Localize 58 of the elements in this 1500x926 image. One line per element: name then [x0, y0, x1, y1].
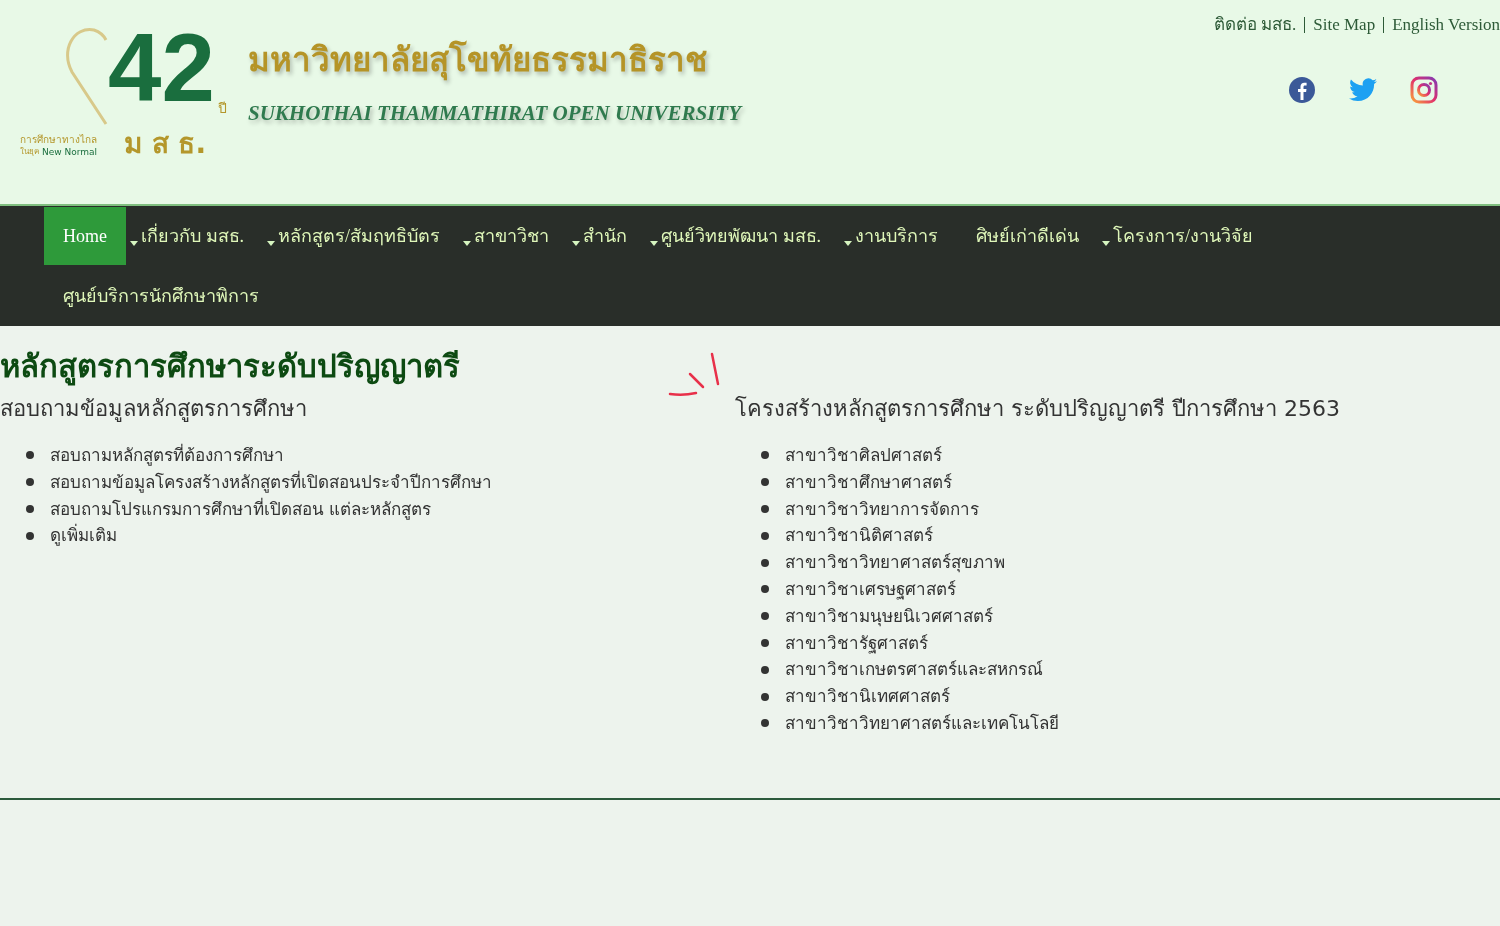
bullet-icon	[26, 531, 34, 540]
nav-item[interactable]: ศิษย์เก่าดีเด่น	[957, 207, 1098, 265]
bullet-icon	[761, 478, 769, 487]
bullet-icon	[761, 451, 769, 460]
nav-item[interactable]: เกี่ยวกับ มสธ.	[140, 207, 263, 265]
university-name-thai: มหาวิทยาลัยสุโขทัยธรรมาธิราช	[248, 39, 708, 82]
top-link[interactable]: Site Map	[1313, 12, 1376, 38]
bullet-icon	[26, 505, 34, 513]
bullet-icon	[761, 638, 769, 647]
nav-item[interactable]: ศูนย์บริการนักศึกษาพิการ	[44, 267, 278, 325]
bird-icon[interactable]	[1349, 77, 1377, 102]
bullet-icon	[26, 451, 34, 460]
bullet-icon	[761, 719, 769, 728]
list-link[interactable]: สาขาวิชาวิทยาการจัดการ	[785, 495, 979, 523]
list-link[interactable]: สาขาวิชานิติศาสตร์	[785, 522, 933, 550]
list-link[interactable]: สาขาวิชาเกษตรศาสตร์และสหกรณ์	[785, 656, 1043, 684]
bullet-icon	[761, 612, 769, 621]
section-heading: โครงสร้างหลักสูตรการศึกษา ระดับปริญญาตรี ปีการศึกษา 2563	[735, 395, 1340, 424]
list-link[interactable]: สาขาวิชาศึกษาศาสตร์	[785, 468, 952, 496]
nav-item[interactable]: ศูนย์วิทยพัฒนา มสธ.	[660, 207, 840, 265]
logo-number: 42	[108, 20, 215, 116]
bullet-icon	[761, 665, 769, 674]
list-link[interactable]: สาขาวิชาเศรษฐศาสตร์	[785, 576, 956, 603]
list-link[interactable]: สาขาวิชารัฐศาสตร์	[785, 629, 928, 657]
list-link[interactable]: สอบถามข้อมูลโครงสร้างหลักสูตรที่เปิดสอนประจำปีการศึกษา	[50, 468, 492, 496]
section-heading: สอบถามข้อมูลหลักสูตรการศึกษา	[0, 395, 308, 424]
logo-tagline: New Normal	[42, 146, 98, 158]
bullet-icon	[761, 558, 769, 567]
list-link[interactable]: สอบถามโปรแกรมการศึกษาที่เปิดสอน แต่ละหลักสูตร	[50, 495, 432, 523]
list-link[interactable]: สอบถามหลักสูตรที่ต้องการศึกษา	[50, 442, 284, 469]
list-link[interactable]: สาขาวิชานิเทศศาสตร์	[785, 683, 950, 710]
logo-tagline: ในยุค	[20, 146, 39, 158]
facebook-icon[interactable]	[1288, 75, 1316, 104]
list-link[interactable]: สาขาวิชาศิลปศาสตร์	[785, 442, 942, 469]
list-link[interactable]: ดูเพิ่มเติม	[50, 522, 117, 550]
top-link[interactable]: ติดต่อ มสธ.	[1213, 12, 1297, 38]
university-name-english: SUKHOTHAI THAMMATHIRAT OPEN UNIVERSITY	[248, 100, 742, 127]
nav-item[interactable]: สำนัก	[582, 207, 646, 265]
bullet-icon	[761, 692, 769, 701]
instagram-icon[interactable]	[1410, 75, 1438, 104]
bullet-icon	[761, 505, 769, 513]
logo-tagline: การศึกษาทางไกล	[20, 134, 98, 146]
nav-item[interactable]: งานบริการ	[854, 207, 957, 265]
top-link[interactable]: English Version	[1392, 12, 1500, 38]
list-link[interactable]: สาขาวิชามนุษยนิเวศศาสตร์	[785, 602, 993, 630]
nav-item[interactable]: หลักสูตร/สัมฤทธิบัตร	[277, 207, 459, 265]
bullet-icon	[761, 531, 769, 540]
bullet-icon	[26, 478, 34, 487]
list-link[interactable]: สาขาวิชาวิทยาศาสตร์สุขภาพ	[785, 549, 1005, 576]
page-title: หลักสูตรการศึกษาระดับปริญญาตรี	[0, 347, 460, 386]
nav-item[interactable]: สาขาวิชา	[473, 207, 568, 265]
logo-initials: ม ส ธ.	[124, 128, 207, 160]
bullet-icon	[761, 585, 769, 594]
list-link[interactable]: สาขาวิชาวิทยาศาสตร์และเทคโนโลยี	[785, 709, 1059, 737]
sparkle-drawing	[668, 352, 722, 398]
nav-item[interactable]: โครงการ/งานวิจัย	[1112, 207, 1273, 265]
nav-item[interactable]: Home	[44, 207, 126, 265]
logo-year-mark: ปี	[218, 99, 227, 118]
